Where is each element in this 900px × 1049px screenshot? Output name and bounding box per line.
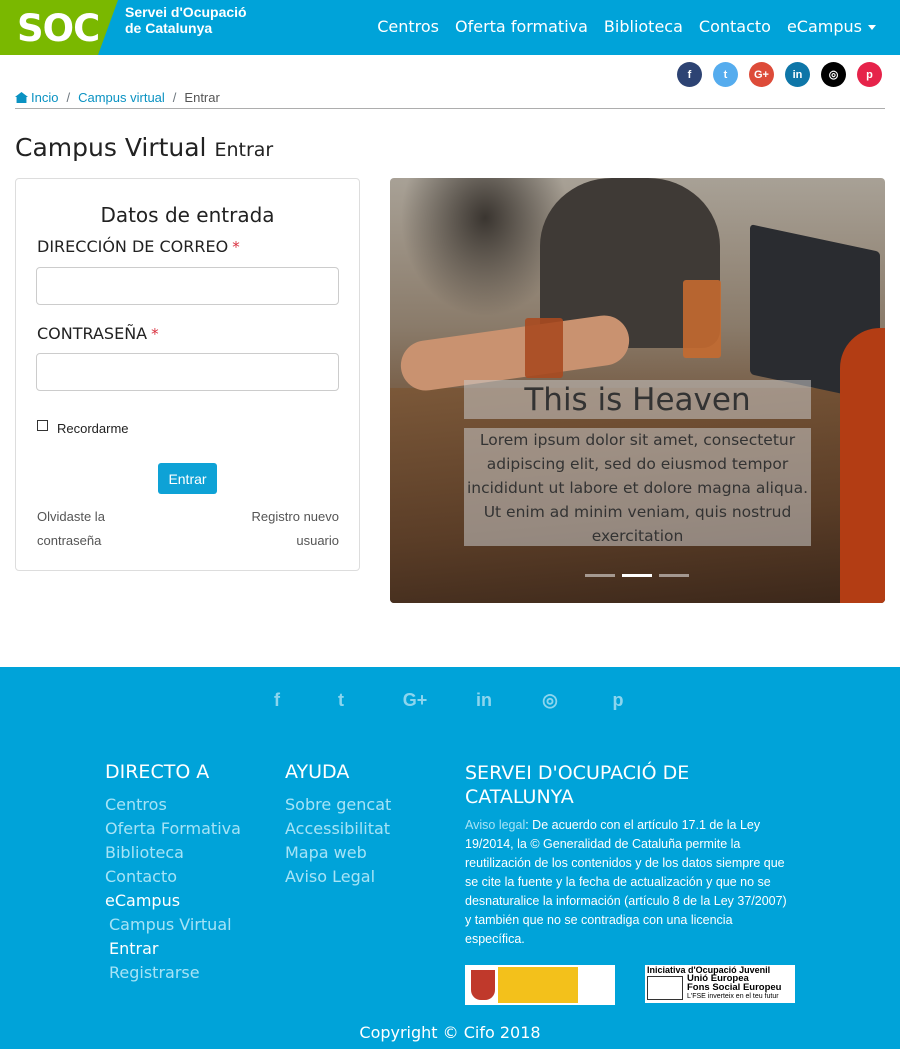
legal-notice: Aviso legal: De acuerdo con el artículo … (465, 816, 795, 949)
remember-label[interactable]: Recordarme (57, 421, 129, 436)
social-links-top: f t G+ in ◎ p (677, 62, 882, 87)
footer-link-aviso-legal[interactable]: Aviso Legal (285, 865, 391, 889)
footer-link-accessibilitat[interactable]: Accessibilitat (285, 817, 391, 841)
caret-down-icon (868, 25, 876, 30)
required-asterisk: * (232, 238, 240, 256)
email-input[interactable] (36, 267, 339, 305)
footer: f t G+ in ◎ p DIRECTO A Centros Oferta F… (0, 667, 900, 1049)
twitter-icon[interactable]: t (713, 62, 738, 87)
soc-logo-text[interactable]: SOC (17, 7, 100, 50)
breadcrumb-separator: / (66, 90, 71, 105)
org-name-line2: de Catalunya (125, 20, 213, 36)
page-subtitle: Entrar (214, 139, 274, 161)
page-title: Campus Virtual Entrar (15, 133, 273, 162)
org-name-line1: Servei d'Ocupació (125, 4, 247, 20)
instagram-icon[interactable]: ◎ (821, 62, 846, 87)
footer-link-contacto[interactable]: Contacto (105, 865, 241, 889)
pinterest-icon[interactable]: p (857, 62, 882, 87)
eu-fse-logo: Iniciativa d'Ocupació Juvenil Unió Europ… (645, 965, 795, 1003)
nav-ecampus-dropdown[interactable]: eCampus (787, 17, 876, 36)
carousel-caption-title: This is Heaven (464, 380, 811, 419)
nav-contacto[interactable]: Contacto (699, 17, 771, 36)
facebook-icon[interactable]: f (677, 62, 702, 87)
forgot-password-link[interactable]: Olvidaste la contraseña (37, 505, 147, 553)
footer-link-registrarse[interactable]: Registrarse (105, 961, 241, 985)
pinterest-icon[interactable]: p (606, 690, 630, 710)
instagram-icon[interactable]: ◎ (538, 690, 562, 710)
top-navbar: SOC Servei d'Ocupació de Catalunya Centr… (0, 0, 900, 55)
nav-oferta-formativa[interactable]: Oferta formativa (455, 17, 588, 36)
eu-flag-icon (647, 976, 683, 1000)
footer-col-soc: SERVEI D'OCUPACIÓ DE CATALUNYA (465, 761, 795, 819)
email-label: DIRECCIÓN DE CORREO * (37, 237, 240, 256)
carousel-photo-glass (525, 318, 563, 378)
legal-notice-text: : De acuerdo con el artículo 17.1 de la … (465, 818, 787, 946)
email-label-text: DIRECCIÓN DE CORREO (37, 237, 229, 256)
breadcrumb-separator: / (172, 90, 177, 105)
footer-link-campus-virtual[interactable]: Campus Virtual (105, 913, 241, 937)
nav-centros[interactable]: Centros (377, 17, 439, 36)
footer-link-list: Sobre gencat Accessibilitat Mapa web Avi… (285, 793, 391, 889)
image-carousel[interactable]: This is Heaven Lorem ipsum dolor sit ame… (390, 178, 885, 603)
eu-logo-line2: Fons Social Europeu (687, 982, 782, 993)
facebook-icon[interactable]: f (265, 690, 289, 710)
nav-biblioteca[interactable]: Biblioteca (604, 17, 683, 36)
nav-ecampus-label: eCampus (786, 17, 862, 36)
password-input[interactable] (36, 353, 339, 391)
login-card: Datos de entrada DIRECCIÓN DE CORREO * CO… (15, 178, 360, 571)
login-card-title: Datos de entrada (100, 203, 275, 227)
register-link[interactable]: Registro nuevo usuario (229, 505, 339, 553)
linkedin-icon[interactable]: in (472, 690, 496, 710)
eu-logo-line3: L'FSE inverteix en el teu futur (687, 993, 779, 1000)
home-icon (15, 92, 28, 103)
twitter-icon[interactable]: t (329, 690, 353, 710)
org-name[interactable]: Servei d'Ocupació de Catalunya (125, 4, 247, 36)
required-asterisk: * (151, 325, 159, 343)
ministerio-logo (465, 965, 615, 1005)
carousel-indicator-2[interactable] (622, 574, 652, 577)
breadcrumb-campus-virtual[interactable]: Campus virtual (78, 90, 165, 108)
google-plus-icon[interactable]: G+ (401, 690, 429, 710)
password-label-text: CONTRASEÑA (37, 324, 148, 343)
footer-link-list: Centros Oferta Formativa Biblioteca Cont… (105, 793, 241, 985)
page-title-main: Campus Virtual (15, 133, 207, 162)
login-submit-button[interactable]: Entrar (158, 463, 217, 494)
footer-col-directo: DIRECTO A Centros Oferta Formativa Bibli… (105, 761, 241, 985)
footer-col-title: DIRECTO A (105, 761, 210, 783)
google-plus-icon[interactable]: G+ (749, 62, 774, 87)
carousel-photo-glass (683, 280, 721, 358)
footer-link-centros[interactable]: Centros (105, 793, 241, 817)
carousel-indicator-1[interactable] (585, 574, 615, 577)
footer-link-oferta-formativa[interactable]: Oferta Formativa (105, 817, 241, 841)
carousel-indicator-3[interactable] (659, 574, 689, 577)
eu-logo-text: Unió Europea Fons Social Europeu L'FSE i… (687, 974, 782, 1001)
linkedin-icon[interactable]: in (785, 62, 810, 87)
carousel-photo-person (840, 328, 885, 603)
breadcrumb-home[interactable]: Incio (15, 90, 58, 108)
ministerio-yellow-band (498, 967, 578, 1003)
footer-link-sobre-gencat[interactable]: Sobre gencat (285, 793, 391, 817)
main-nav: Centros Oferta formativa Biblioteca Cont… (377, 17, 876, 36)
footer-col-ayuda: AYUDA Sobre gencat Accessibilitat Mapa w… (285, 761, 391, 889)
footer-link-ecampus[interactable]: eCampus (105, 889, 241, 913)
footer-link-biblioteca[interactable]: Biblioteca (105, 841, 241, 865)
footer-link-entrar[interactable]: Entrar (105, 937, 241, 961)
breadcrumb-current: Entrar (184, 90, 220, 105)
breadcrumb: Incio / Campus virtual / Entrar (15, 90, 885, 109)
legal-notice-link[interactable]: Aviso legal (465, 818, 525, 832)
password-label: CONTRASEÑA * (37, 324, 159, 343)
breadcrumb-home-label: Incio (31, 90, 59, 105)
spain-coat-of-arms-icon (471, 970, 495, 1000)
copyright: Copyright © Cifo 2018 (359, 1023, 541, 1042)
footer-col-title: SERVEI D'OCUPACIÓ DE CATALUNYA (465, 762, 690, 808)
carousel-caption-text: Lorem ipsum dolor sit amet, consectetur … (464, 428, 811, 546)
footer-link-mapa-web[interactable]: Mapa web (285, 841, 391, 865)
remember-checkbox[interactable] (37, 420, 48, 431)
footer-col-title: AYUDA (285, 761, 350, 783)
